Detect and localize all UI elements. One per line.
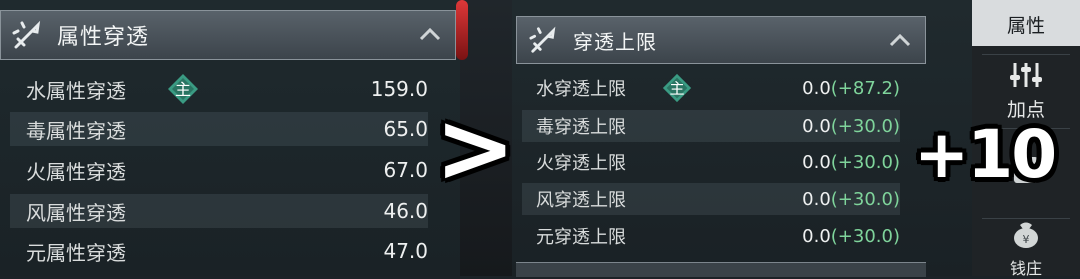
chevron-up-icon[interactable] bbox=[889, 29, 911, 51]
divider bbox=[982, 54, 1070, 55]
crossed-swords-icon bbox=[525, 21, 563, 59]
row-label: 火穿透上限 bbox=[536, 153, 626, 174]
sliders-icon bbox=[1009, 61, 1043, 93]
row-label: 火属性穿透 bbox=[26, 159, 126, 184]
row-label: 风穿透上限 bbox=[536, 190, 626, 211]
row-value: 159.0 bbox=[370, 77, 428, 101]
row-value: 0.0(+30.0) bbox=[802, 188, 900, 210]
row-value: 0.0(+87.2) bbox=[802, 77, 900, 99]
tab-add-points[interactable]: 加点 bbox=[972, 58, 1080, 124]
row-label: 毒属性穿透 bbox=[26, 118, 126, 143]
main-attribute-badge: 主 bbox=[660, 71, 694, 105]
row-value: 67.0 bbox=[383, 158, 428, 182]
list-item: 毒穿透上限 0.0(+30.0) bbox=[522, 110, 900, 142]
row-value: 0.0(+30.0) bbox=[802, 225, 900, 247]
plus-ten-annotation: +10 bbox=[914, 116, 1057, 193]
row-label: 元属性穿透 bbox=[26, 240, 126, 265]
row-label: 元穿透上限 bbox=[536, 227, 626, 248]
main-attribute-badge: 主 bbox=[166, 72, 200, 106]
row-label: 毒穿透上限 bbox=[536, 117, 626, 138]
tab-attributes[interactable]: 属性 bbox=[972, 0, 1080, 46]
svg-text:主: 主 bbox=[175, 80, 191, 99]
row-value: 47.0 bbox=[383, 239, 428, 263]
chevron-up-icon[interactable] bbox=[419, 23, 441, 45]
red-ribbon-decoration bbox=[456, 0, 468, 60]
tab-label: 钱庄 bbox=[1009, 259, 1042, 278]
row-value: 65.0 bbox=[383, 117, 428, 141]
list-item: 元穿透上限 0.0(+30.0) bbox=[522, 220, 900, 252]
list-item: 风属性穿透 46.0 bbox=[10, 194, 428, 228]
list-item: 风穿透上限 0.0(+30.0) bbox=[522, 183, 900, 215]
comparison-annotation: > bbox=[435, 92, 516, 204]
panel-header[interactable]: 属性穿透 bbox=[0, 10, 456, 60]
next-panel-header-partial bbox=[516, 262, 926, 277]
tab-label: 属性 bbox=[1006, 14, 1045, 37]
list-item: 火穿透上限 0.0(+30.0) bbox=[522, 146, 900, 178]
panel-header[interactable]: 穿透上限 bbox=[516, 16, 926, 64]
row-value: 0.0(+30.0) bbox=[802, 115, 900, 137]
tab-bank[interactable]: ¥ 钱庄 bbox=[972, 219, 1080, 278]
list-item: 水属性穿透 主 159.0 bbox=[10, 72, 428, 106]
list-item: 毒属性穿透 65.0 bbox=[10, 112, 428, 146]
list-item: 水穿透上限 主 0.0(+87.2) bbox=[522, 72, 900, 104]
panel-title: 穿透上限 bbox=[573, 29, 657, 54]
crossed-swords-icon bbox=[9, 16, 47, 54]
list-item: 火属性穿透 67.0 bbox=[10, 153, 428, 187]
row-label: 水穿透上限 bbox=[536, 79, 626, 100]
money-bag-icon: ¥ bbox=[1009, 219, 1043, 253]
svg-text:主: 主 bbox=[669, 80, 684, 98]
panel-title: 属性穿透 bbox=[57, 25, 150, 50]
row-label: 风属性穿透 bbox=[26, 200, 126, 225]
list-item: 元属性穿透 47.0 bbox=[10, 234, 428, 268]
row-label: 水属性穿透 bbox=[26, 78, 126, 103]
row-value: 46.0 bbox=[383, 199, 428, 223]
row-value: 0.0(+30.0) bbox=[802, 151, 900, 173]
svg-text:¥: ¥ bbox=[1023, 233, 1030, 246]
